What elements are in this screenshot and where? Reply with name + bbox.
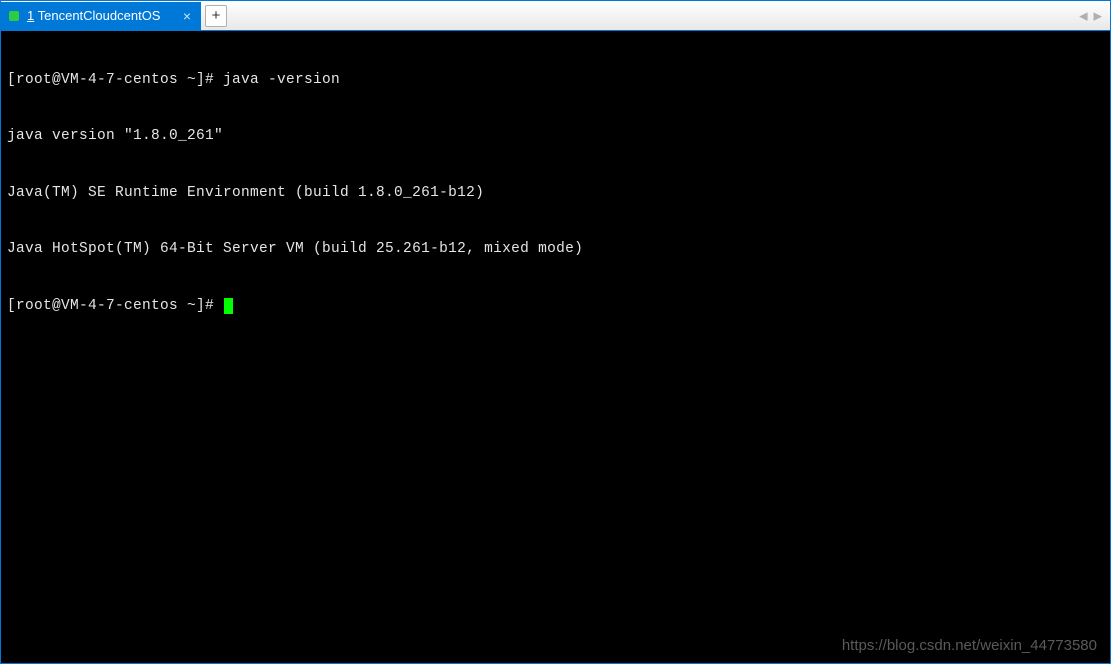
nav-right-icon[interactable]: ▶ bbox=[1092, 7, 1104, 24]
app-window: 1 TencentCloudcentOS × + ◀ ▶ [root@VM-4-… bbox=[0, 0, 1111, 664]
terminal-prompt: [root@VM-4-7-centos ~]# bbox=[7, 298, 223, 314]
terminal-line: Java HotSpot(TM) 64-Bit Server VM (build… bbox=[7, 240, 1104, 259]
close-icon[interactable]: × bbox=[181, 8, 193, 24]
terminal-line: java version "1.8.0_261" bbox=[7, 127, 1104, 146]
terminal-line: [root@VM-4-7-centos ~]# java -version bbox=[7, 71, 1104, 90]
tab-active[interactable]: 1 TencentCloudcentOS × bbox=[1, 2, 201, 30]
terminal-output[interactable]: [root@VM-4-7-centos ~]# java -version ja… bbox=[1, 31, 1110, 663]
add-tab-button[interactable]: + bbox=[205, 5, 227, 27]
terminal-prompt-line: [root@VM-4-7-centos ~]# bbox=[7, 297, 1104, 316]
tab-bar: 1 TencentCloudcentOS × + ◀ ▶ bbox=[1, 1, 1110, 31]
connection-status-icon bbox=[9, 11, 19, 21]
tab-nav: ◀ ▶ bbox=[1077, 7, 1104, 24]
cursor-icon bbox=[224, 298, 233, 314]
nav-left-icon[interactable]: ◀ bbox=[1077, 7, 1089, 24]
tab-label: 1 TencentCloudcentOS bbox=[27, 8, 169, 23]
terminal-line: Java(TM) SE Runtime Environment (build 1… bbox=[7, 184, 1104, 203]
